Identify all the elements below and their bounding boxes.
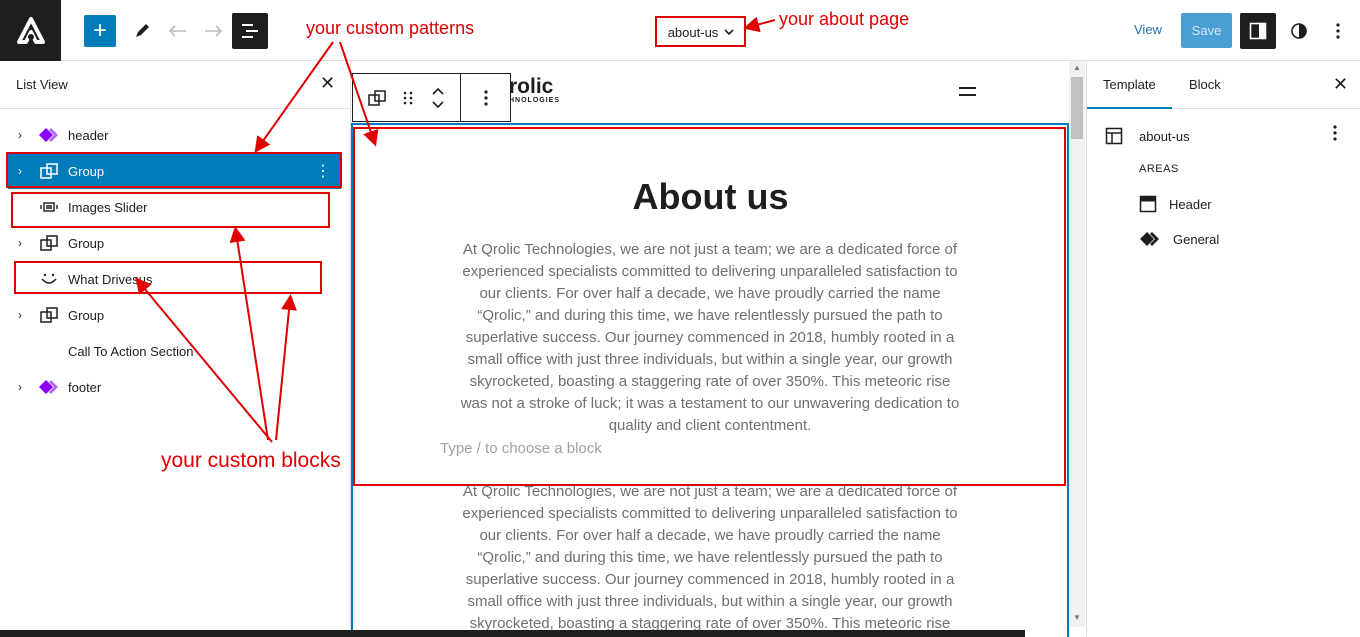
styles-button[interactable] [1285,13,1313,49]
template-part-diamond-icon [39,380,58,394]
more-vertical-icon [1336,23,1340,39]
block-type-button[interactable] [353,74,401,121]
sidebar-icon [1249,22,1267,40]
undo-button[interactable] [162,15,194,47]
settings-toggle[interactable] [1240,13,1276,49]
canvas-scrollbar[interactable]: ▲ ▼ [1069,61,1085,627]
area-label: General [1173,231,1220,247]
annotation-label-patterns: your custom patterns [306,18,475,38]
area-label: Header [1169,196,1212,212]
list-item-label: Call To Action Section [68,343,194,359]
move-up-down-buttons[interactable] [415,74,461,121]
annotation-box-what-drives-us [14,261,322,294]
chevron-right-icon[interactable]: › [8,128,32,142]
qrolic-logo-icon [16,16,45,44]
paragraph-line: “Qrolic,” and during this time, we have … [477,549,943,566]
list-view-header: List View ✕ [0,61,350,109]
horizontal-scrollbar[interactable] [0,630,1025,637]
chevron-right-icon[interactable]: › [8,308,32,322]
block-toolbar [352,73,511,122]
area-header[interactable]: Header [1139,195,1212,213]
annotation-box-about-page [655,16,746,47]
diamond-icon [1140,232,1159,246]
more-vertical-icon [1333,125,1337,141]
tools-button[interactable] [126,15,158,47]
tab-template[interactable]: Template [1087,61,1172,109]
options-menu-button[interactable] [1324,13,1352,49]
list-view-title: List View [16,77,68,92]
annotation-box-pattern [353,127,1066,486]
annotation-box-group [6,152,342,188]
more-vertical-icon [483,89,488,106]
site-logo-button[interactable] [0,0,61,61]
paragraph-line: experienced specialists committed to del… [462,505,958,522]
annotation-label-blocks: your custom blocks [161,449,341,472]
template-part-diamond-icon [39,128,58,142]
drag-handle[interactable] [401,74,415,121]
pencil-icon [136,24,149,37]
list-view-toggle[interactable] [232,13,268,49]
list-item-label: Group [68,307,105,323]
group-icon [368,89,386,106]
close-icon[interactable]: ✕ [320,73,336,94]
list-item-footer[interactable]: › footer [8,369,341,405]
list-item-label: footer [68,379,102,395]
scroll-up-arrow-icon[interactable]: ▲ [1073,63,1081,72]
paragraph-line: superlative success. Our journey commenc… [465,571,955,588]
list-item-label: Group [68,235,105,251]
half-circle-icon [1291,23,1307,39]
list-item-group[interactable]: › Group [8,225,341,261]
redo-button[interactable] [197,15,229,47]
site-logo-subtext: HNOLOGIES [509,97,561,104]
list-item-group[interactable]: › Group [8,297,341,333]
drag-handle-icon [403,91,413,104]
list-item-header[interactable]: › header [8,117,341,153]
group-icon [40,307,58,323]
settings-sidebar: Template Block ✕ about-us AREAS Header G… [1086,61,1360,637]
redo-icon [205,25,223,37]
group-icon [40,235,58,251]
paragraph-line: our clients. For over half a decade, we … [479,527,941,544]
areas-heading: AREAS [1139,163,1179,175]
list-view-icon [242,24,258,38]
chevron-up-down-icon [431,87,444,108]
list-item-call-to-action[interactable]: Call To Action Section [8,333,341,369]
block-options-button[interactable] [461,74,510,121]
scrollbar-thumb[interactable] [1071,77,1083,139]
header-layout-icon [1139,195,1157,213]
view-link[interactable]: View [1134,22,1162,37]
save-button[interactable]: Save [1181,13,1232,48]
sidebar-tabs: Template Block ✕ [1087,61,1360,109]
close-icon[interactable]: ✕ [1333,74,1348,95]
site-logo-text[interactable]: rolic [509,75,553,99]
about-paragraph-repeat[interactable]: At Qrolic Technologies, we are not just … [440,481,980,635]
add-block-button[interactable]: + [84,15,116,47]
undo-icon [168,25,186,37]
annotation-label-about-page: your about page [779,9,910,29]
chevron-right-icon[interactable]: › [8,236,32,250]
paragraph-line: small office with just three individuals… [467,593,953,610]
scroll-down-arrow-icon[interactable]: ▼ [1073,613,1081,622]
annotation-box-images-slider [11,192,330,228]
tab-block[interactable]: Block [1189,61,1221,109]
template-options-button[interactable] [1333,125,1337,146]
template-name: about-us [1139,129,1190,144]
menu-icon[interactable] [959,87,976,101]
chevron-right-icon[interactable]: › [8,380,32,394]
list-item-label: header [68,127,109,143]
template-layout-icon [1105,127,1123,150]
area-general[interactable]: General [1139,231,1219,247]
